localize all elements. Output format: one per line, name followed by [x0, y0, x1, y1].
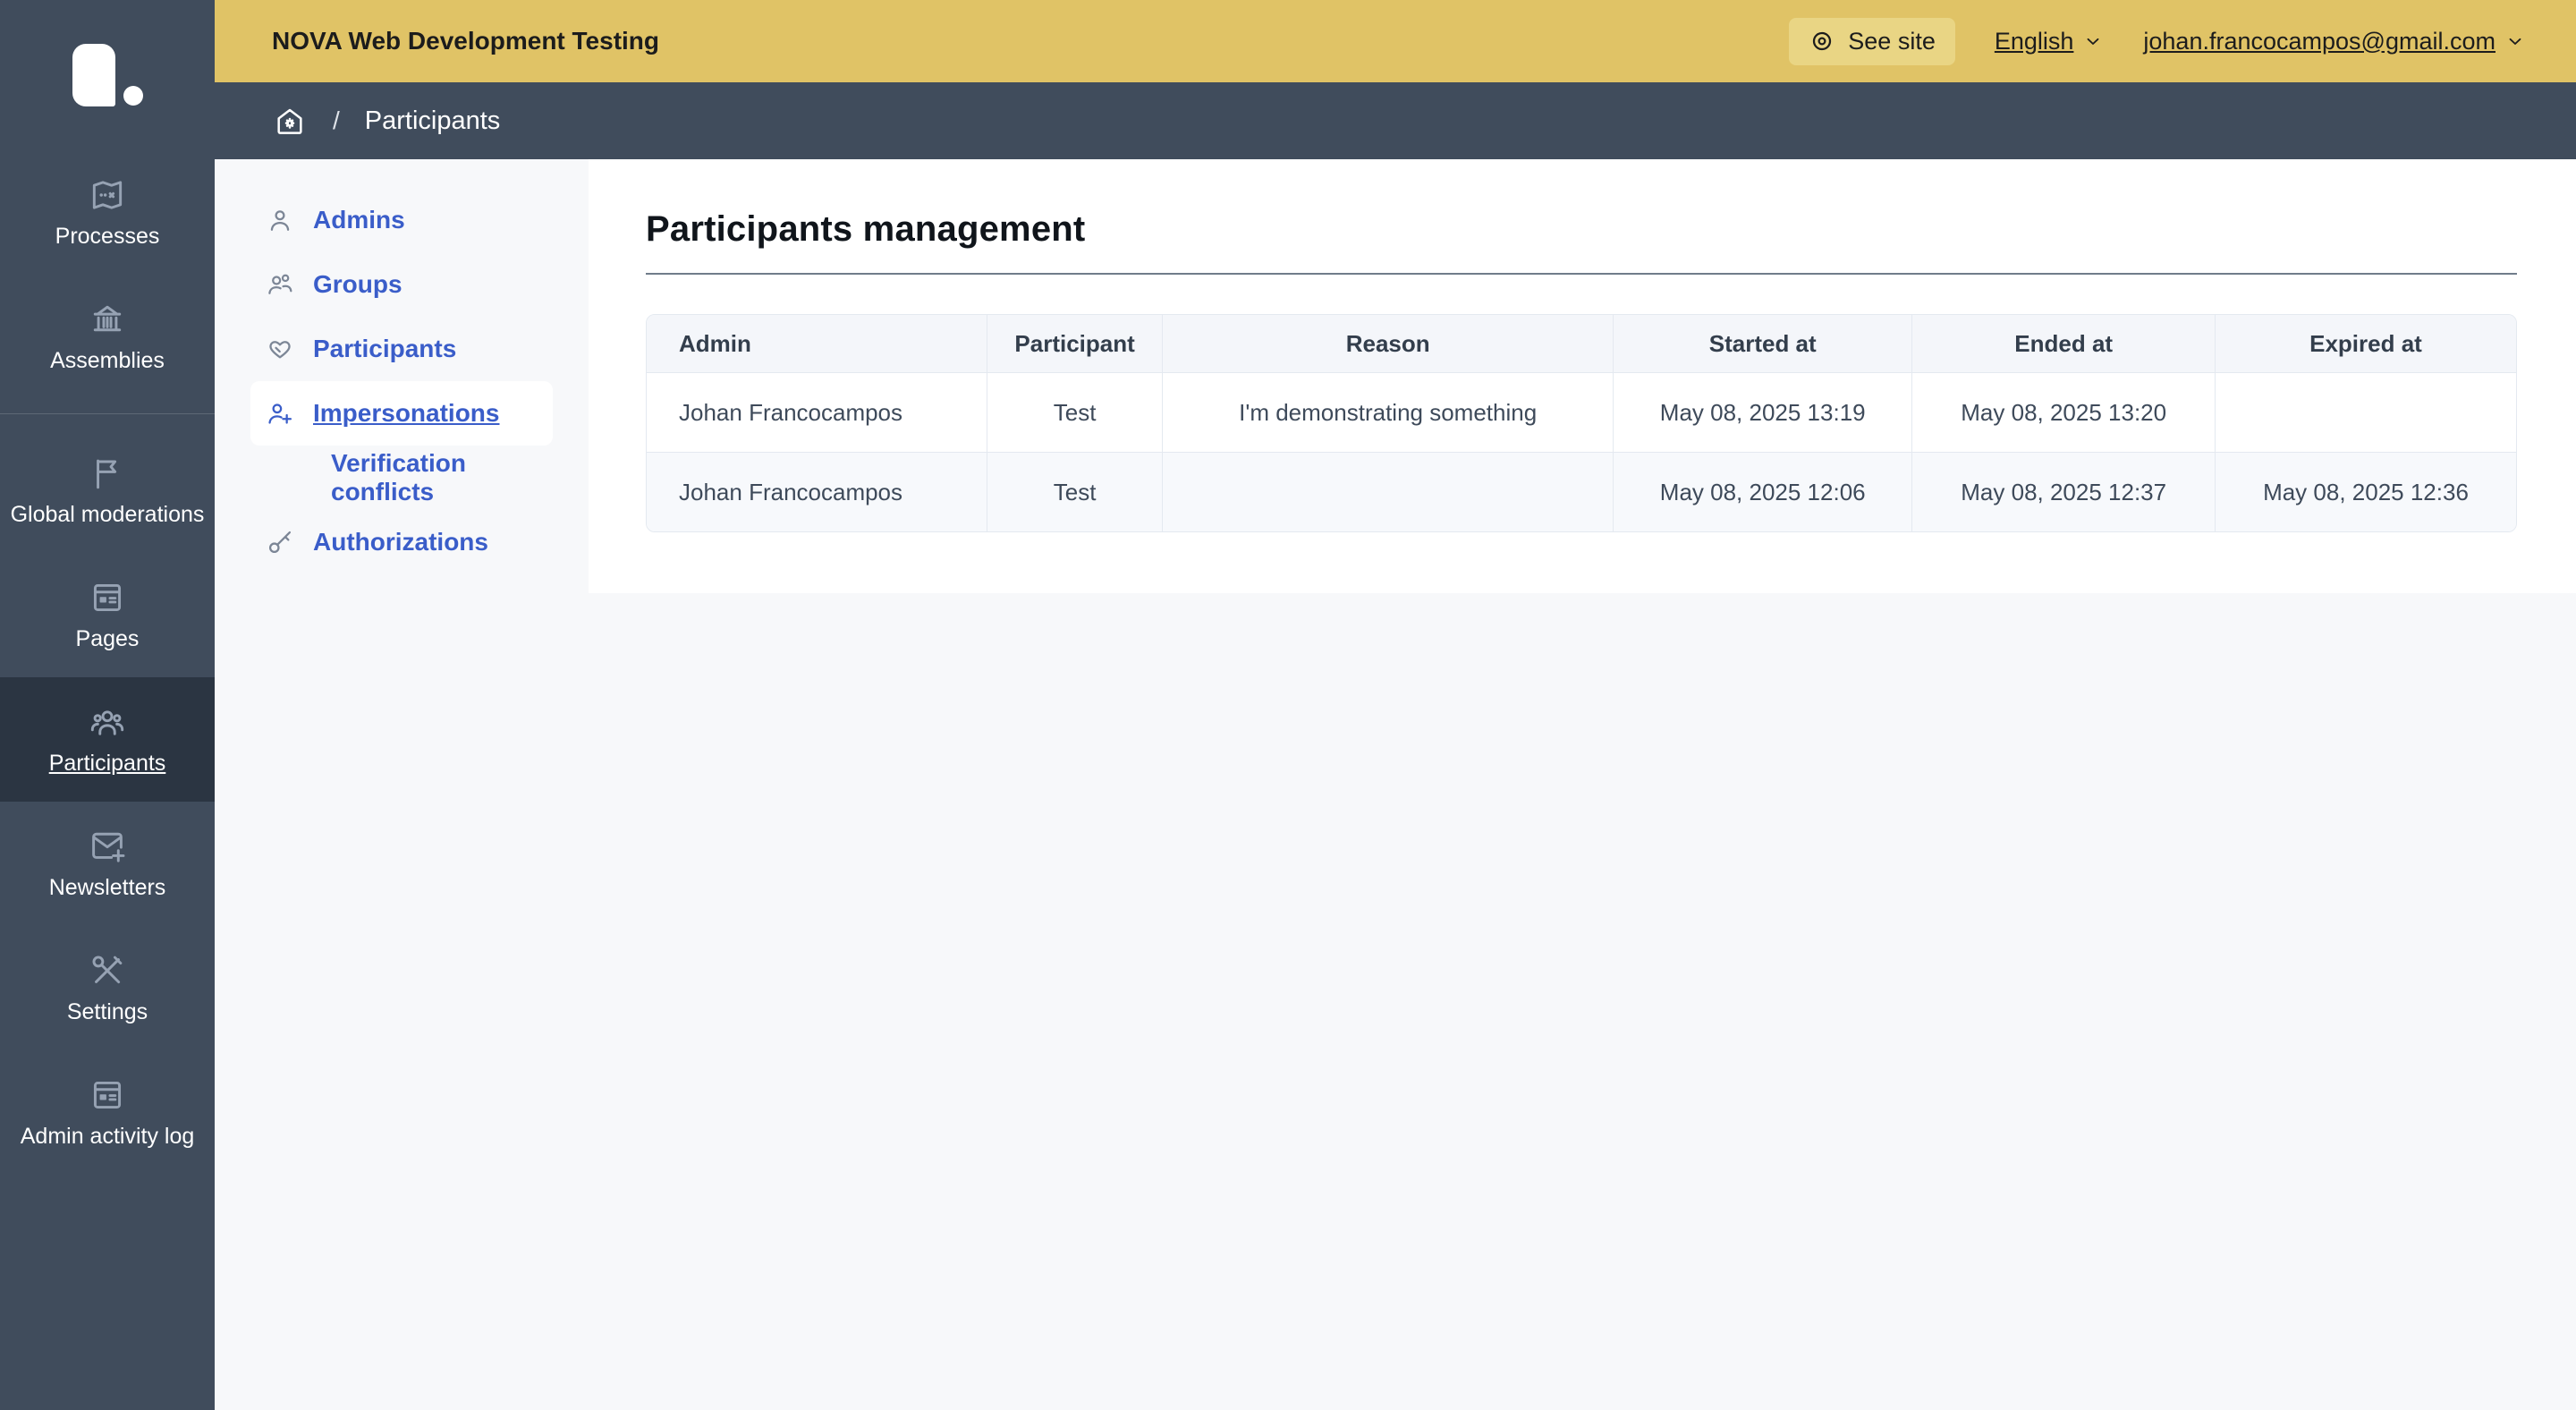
sidebar-item-participants[interactable]: Participants — [0, 677, 215, 802]
table-cell: Johan Francocampos — [647, 453, 987, 532]
chevron-down-icon — [2504, 30, 2526, 52]
submenu-item-groups[interactable]: Groups — [250, 252, 553, 317]
map-icon — [88, 175, 127, 215]
sidebar-item-label: Settings — [67, 998, 148, 1025]
chevron-down-icon — [2082, 30, 2104, 52]
decidim-logo-icon — [72, 44, 143, 106]
sidebar-nav: Processes Assemblies Global moderations Pag… — [0, 150, 215, 1175]
see-site-button[interactable]: See site — [1789, 18, 1955, 65]
sidebar-item-label: Global moderations — [11, 501, 205, 528]
breadcrumb-home-link[interactable] — [272, 103, 308, 139]
table-cell: May 08, 2025 12:37 — [1912, 453, 2216, 532]
sidebar-item-settings[interactable]: Settings — [0, 926, 215, 1050]
table-cell — [1163, 453, 1614, 532]
page-title: Participants management — [646, 209, 2517, 250]
user-add-icon — [265, 398, 295, 429]
page-background — [589, 593, 2576, 1410]
table-cell: Test — [987, 373, 1162, 453]
user-email: johan.francocampos@gmail.com — [2143, 28, 2496, 55]
table-cell: May 08, 2025 12:36 — [2215, 453, 2516, 532]
submenu-item-label: Verification conflicts — [331, 449, 553, 506]
mail-add-icon — [88, 827, 127, 866]
topbar-right-group: See site English johan.francocampos@gmai… — [1789, 18, 2526, 65]
building-icon — [88, 300, 127, 339]
sidebar-item-label: Newsletters — [49, 874, 166, 901]
submenu-item-label: Participants — [313, 335, 456, 363]
language-dropdown[interactable]: English — [1995, 28, 2105, 55]
table-cell: Test — [987, 453, 1162, 532]
column-header-admin: Admin — [647, 315, 987, 373]
sidebar-item-admin-activity-log[interactable]: Admin activity log — [0, 1050, 215, 1175]
tools-icon — [88, 951, 127, 990]
brand-logo[interactable] — [0, 0, 215, 150]
sidebar-item-label: Processes — [55, 223, 160, 250]
column-header-ended-at: Ended at — [1912, 315, 2216, 373]
sidebar-item-label: Participants — [49, 750, 166, 777]
hand-heart-icon — [265, 334, 295, 364]
sidebar-item-label: Pages — [76, 625, 140, 652]
page-icon — [88, 1075, 127, 1115]
sidebar-item-assemblies[interactable]: Assemblies — [0, 275, 215, 399]
table-header-row: AdminParticipantReasonStarted atEnded at… — [647, 315, 2516, 373]
logo-bar-shape — [72, 44, 115, 106]
submenu-item-label: Admins — [313, 206, 405, 234]
main-column: NOVA Web Development Testing See site En… — [215, 0, 2576, 1410]
sidebar-item-pages[interactable]: Pages — [0, 553, 215, 677]
participants-submenu: Admins Groups Participants Impersonations Ve… — [215, 159, 589, 1410]
sidebar-item-label: Admin activity log — [21, 1123, 195, 1150]
column-header-started-at: Started at — [1614, 315, 1912, 373]
table-row: Johan FrancocamposTestI'm demonstrating … — [647, 373, 2516, 453]
submenu-item-impersonations[interactable]: Impersonations — [250, 381, 553, 446]
submenu-item-participants[interactable]: Participants — [250, 317, 553, 381]
sidebar-item-processes[interactable]: Processes — [0, 150, 215, 275]
see-site-label: See site — [1848, 28, 1936, 55]
content-area: Admins Groups Participants Impersonations Ve… — [215, 159, 2576, 1410]
flag-icon — [88, 454, 127, 493]
sidebar-divider — [0, 413, 215, 414]
users-icon — [265, 269, 295, 300]
submenu-item-label: Authorizations — [313, 528, 488, 556]
main-panel: Participants management AdminParticipant… — [589, 159, 2576, 593]
column-header-participant: Participant — [987, 315, 1162, 373]
language-label: English — [1995, 28, 2074, 55]
table-row: Johan FrancocamposTest May 08, 2025 12:06… — [647, 453, 2516, 532]
table-cell: May 08, 2025 12:06 — [1614, 453, 1912, 532]
table-cell: May 08, 2025 13:20 — [1912, 373, 2216, 453]
key-icon — [265, 527, 295, 557]
table-body: Johan FrancocamposTestI'm demonstrating … — [647, 373, 2516, 532]
column-header-expired-at: Expired at — [2215, 315, 2516, 373]
submenu-item-admins[interactable]: Admins — [250, 188, 553, 252]
breadcrumb-separator: / — [333, 106, 340, 135]
main-area: Participants management AdminParticipant… — [589, 159, 2576, 1410]
admin-sidebar: Processes Assemblies Global moderations Pag… — [0, 0, 215, 1410]
table-cell: Johan Francocampos — [647, 373, 987, 453]
home-gear-icon — [272, 103, 308, 139]
top-bar: NOVA Web Development Testing See site En… — [215, 0, 2576, 82]
sidebar-item-label: Assemblies — [50, 347, 165, 374]
organization-title: NOVA Web Development Testing — [272, 27, 659, 55]
group-icon — [88, 702, 127, 742]
logo-dot-shape — [123, 86, 143, 106]
eye-icon — [1809, 28, 1835, 55]
table-cell: May 08, 2025 13:19 — [1614, 373, 1912, 453]
sidebar-item-global-moderations[interactable]: Global moderations — [0, 429, 215, 553]
breadcrumb: / Participants — [215, 82, 2576, 159]
table-cell: I'm demonstrating something — [1163, 373, 1614, 453]
sidebar-item-newsletters[interactable]: Newsletters — [0, 802, 215, 926]
user-icon — [265, 205, 295, 235]
title-divider — [646, 273, 2517, 275]
impersonations-table-wrap: AdminParticipantReasonStarted atEnded at… — [646, 314, 2517, 532]
breadcrumb-current[interactable]: Participants — [365, 106, 501, 136]
submenu-item-label: Impersonations — [313, 399, 499, 428]
submenu-item-verification-conflicts[interactable]: Verification conflicts — [250, 446, 553, 510]
table-cell — [2215, 373, 2516, 453]
submenu-item-label: Groups — [313, 270, 402, 299]
column-header-reason: Reason — [1163, 315, 1614, 373]
submenu-item-authorizations[interactable]: Authorizations — [250, 510, 553, 574]
user-menu-dropdown[interactable]: johan.francocampos@gmail.com — [2143, 28, 2526, 55]
page-icon — [88, 578, 127, 617]
impersonations-table: AdminParticipantReasonStarted atEnded at… — [647, 315, 2516, 531]
